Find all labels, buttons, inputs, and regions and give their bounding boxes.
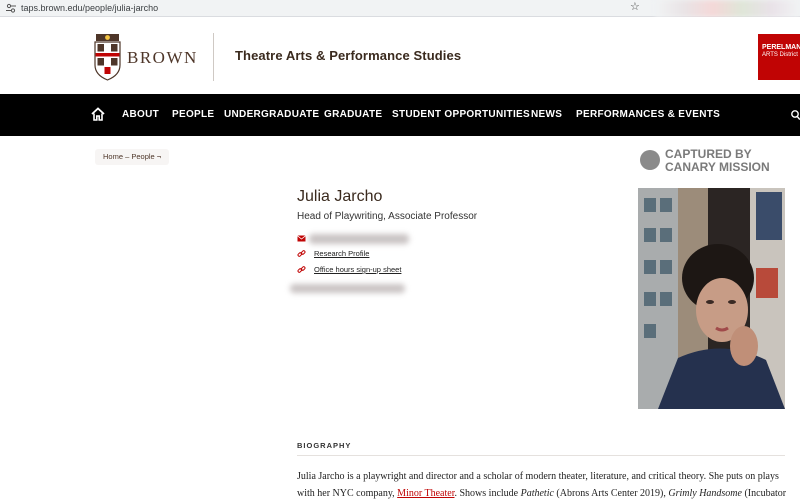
biography-heading: BIOGRAPHY bbox=[297, 441, 352, 450]
link-icon bbox=[297, 266, 306, 273]
biography-divider bbox=[297, 455, 785, 456]
perelman-line2: ARTS District bbox=[762, 52, 798, 58]
research-profile-row[interactable]: Research Profile bbox=[297, 248, 417, 260]
nav-about[interactable]: ABOUT bbox=[122, 109, 159, 121]
canary-badge-icon bbox=[640, 150, 660, 170]
bio-part: (Abrons Arts Center 2019), bbox=[553, 488, 669, 499]
nav-people[interactable]: PEOPLE bbox=[172, 109, 214, 121]
office-hours-row[interactable]: Office hours sign-up sheet bbox=[297, 264, 417, 276]
profile-name: Julia Jarcho bbox=[297, 188, 383, 205]
captured-line2: CANARY MISSION bbox=[665, 160, 770, 174]
nav-student-opportunities[interactable]: STUDENT OPPORTUNITIES bbox=[392, 109, 530, 121]
brown-crest-logo[interactable] bbox=[93, 33, 122, 81]
biography-text: Julia Jarcho is a playwright and directo… bbox=[297, 468, 787, 500]
nav-news[interactable]: NEWS bbox=[531, 109, 562, 121]
perelman-line1: PERELMAN bbox=[762, 44, 800, 51]
browser-address-bar[interactable]: taps.brown.edu/people/julia-jarcho ☆ bbox=[0, 0, 800, 17]
redacted-field bbox=[290, 284, 405, 293]
bookmark-star-icon[interactable]: ☆ bbox=[630, 0, 640, 15]
office-hours-link[interactable]: Office hours sign-up sheet bbox=[314, 264, 401, 275]
link-icon bbox=[297, 250, 306, 257]
research-profile-link[interactable]: Research Profile bbox=[314, 248, 369, 259]
redacted-email bbox=[309, 234, 409, 244]
search-icon[interactable] bbox=[790, 109, 800, 121]
blurred-extensions bbox=[655, 0, 800, 17]
home-icon[interactable] bbox=[91, 107, 105, 121]
nav-performances-events[interactable]: PERFORMANCES & EVENTS bbox=[576, 109, 720, 121]
main-nav: ABOUT PEOPLE UNDERGRADUATE GRADUATE STUD… bbox=[0, 94, 800, 136]
nav-graduate[interactable]: GRADUATE bbox=[324, 109, 382, 121]
breadcrumb[interactable]: Home – People ¬ bbox=[95, 149, 170, 165]
email-row bbox=[297, 233, 417, 245]
site-header: BROWN Theatre Arts & Performance Studies… bbox=[0, 17, 800, 94]
perelman-arts-logo[interactable]: PERELMAN ARTS District bbox=[758, 34, 800, 80]
department-title[interactable]: Theatre Arts & Performance Studies bbox=[235, 48, 461, 63]
profile-title: Head of Playwriting, Associate Professor bbox=[297, 211, 478, 222]
envelope-icon bbox=[297, 235, 306, 242]
header-divider bbox=[213, 33, 214, 81]
bio-part: . Shows include bbox=[454, 488, 521, 499]
minor-theater-link[interactable]: Minor Theater bbox=[397, 488, 454, 499]
show-title: Pathetic bbox=[520, 488, 554, 499]
profile-photo bbox=[638, 188, 785, 409]
site-info-icon[interactable] bbox=[5, 2, 17, 14]
nav-undergraduate[interactable]: UNDERGRADUATE bbox=[224, 109, 319, 121]
url-text[interactable]: taps.brown.edu/people/julia-jarcho bbox=[21, 2, 158, 14]
brown-wordmark[interactable]: BROWN bbox=[127, 48, 198, 68]
show-title: Grimly Handsome bbox=[668, 488, 742, 499]
